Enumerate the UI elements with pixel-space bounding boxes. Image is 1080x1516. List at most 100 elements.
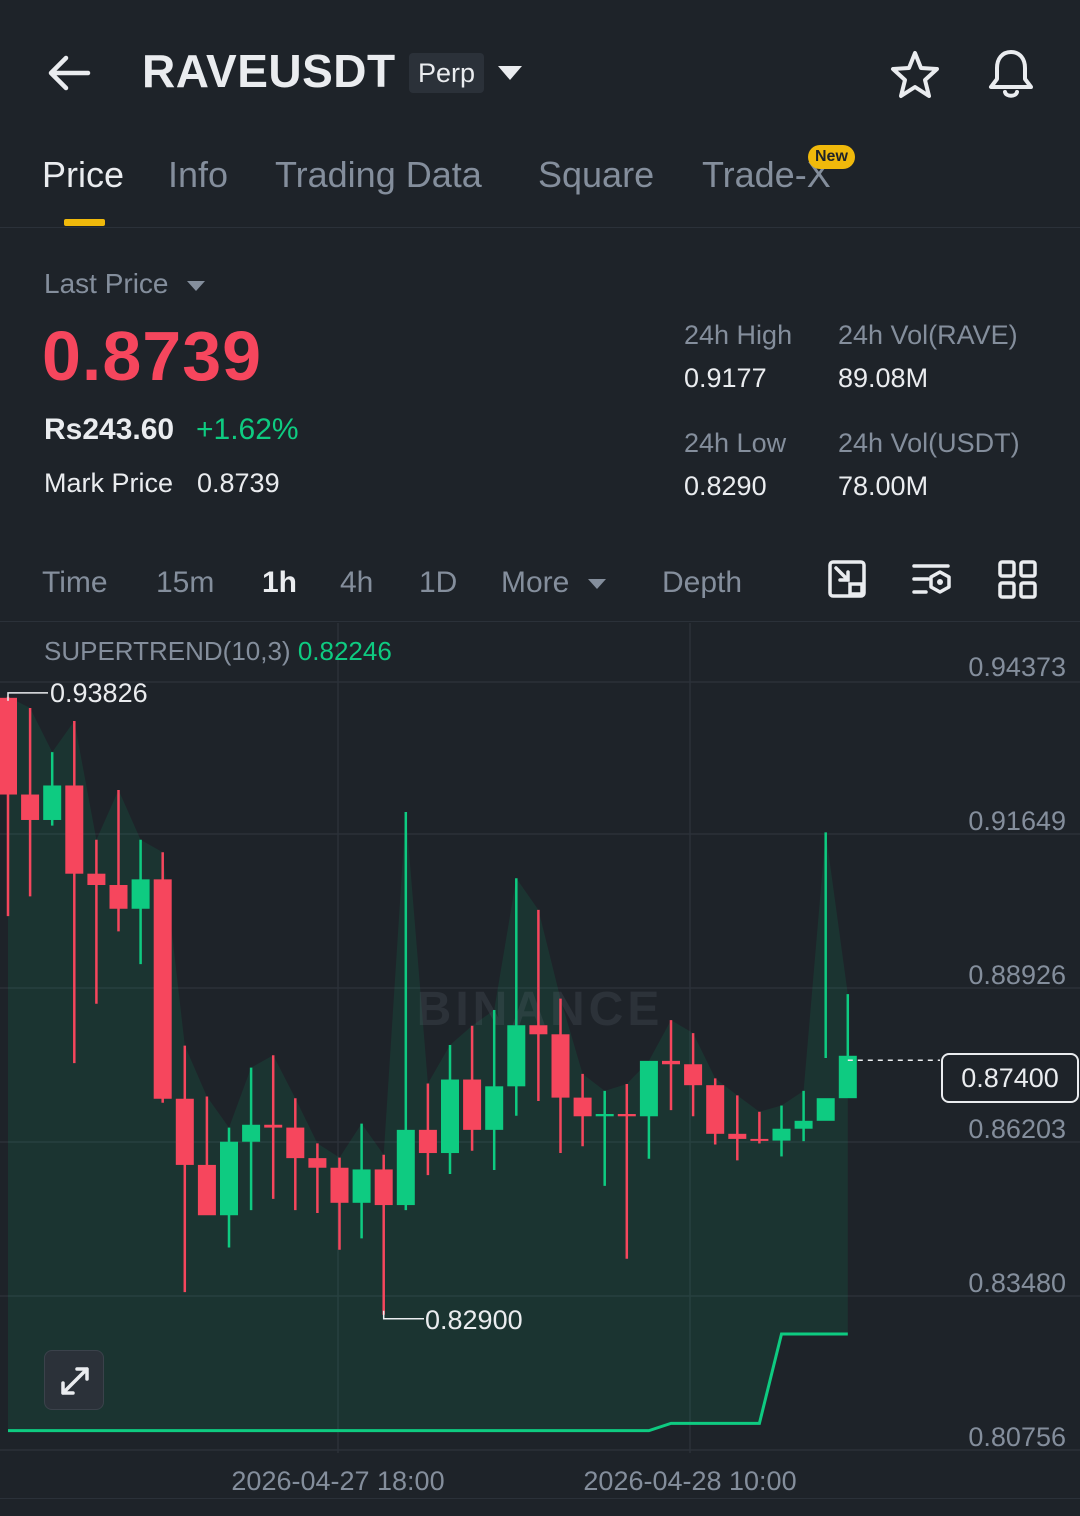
candle-body [43, 785, 62, 820]
candle-body [197, 1164, 216, 1216]
high-24h-label: 24h High [684, 320, 793, 350]
candle-body [109, 885, 128, 909]
interval-more[interactable]: More [501, 566, 608, 600]
candle-body [706, 1085, 725, 1134]
price-alert-button[interactable] [984, 46, 1038, 102]
candle-body [153, 879, 172, 1099]
interval-depth[interactable]: Depth [662, 566, 742, 600]
interval-1h[interactable]: 1h [262, 566, 297, 600]
candle-body [286, 1127, 305, 1159]
y-axis-tick-label: 0.88926 [968, 960, 1066, 990]
candle-body [551, 1034, 570, 1098]
current-price-tag: 0.87400 [941, 1053, 1079, 1103]
tab-price[interactable]: Price [42, 154, 124, 196]
bell-icon [989, 50, 1033, 98]
top-bar: RAVEUSDT Perp [0, 0, 1080, 140]
chevron-down-icon [498, 66, 522, 80]
last-price-selector[interactable]: Last Price [44, 268, 206, 300]
candle-body [131, 879, 150, 909]
symbol-dropdown-button[interactable] [492, 58, 528, 88]
candle-body [772, 1128, 791, 1141]
candle-body [0, 697, 17, 795]
candle-body [728, 1133, 747, 1139]
tab-info[interactable]: Info [168, 154, 228, 196]
low-24h-value: 0.8290 [684, 471, 767, 501]
favorite-button[interactable] [888, 48, 942, 102]
last-price-value: 0.8739 [42, 317, 263, 395]
fiat-value: Rs243.60 [44, 413, 175, 446]
bottom-divider [0, 1498, 1080, 1499]
mark-price-value: 0.8739 [197, 468, 280, 498]
interval-more-label: More [501, 566, 570, 599]
candle-body [441, 1079, 459, 1154]
candle-body [21, 794, 40, 820]
candlestick-chart-svg[interactable]: 0.94373 0.91649 0.88926 0.86203 0.83480 0.807… [0, 623, 1080, 1498]
low-24h-label: 24h Low [684, 428, 787, 458]
contract-type-badge[interactable]: Perp [409, 53, 485, 93]
tab-square[interactable]: Square [538, 154, 654, 196]
mark-price-label: Mark Price [44, 468, 174, 498]
vol-quote-24h-value: 78.00M [838, 471, 929, 501]
layout-grid-icon [998, 560, 1037, 599]
y-axis-tick-label: 0.94373 [968, 652, 1066, 682]
supertrend-name: SUPERTREND(10,3) [44, 636, 291, 666]
caret-down-icon [587, 579, 606, 590]
candle-body [529, 1025, 548, 1035]
y-axis-tick-label: 0.91649 [968, 806, 1066, 836]
high-annotation-label: 0.93826 [50, 678, 148, 708]
tab-trading-data[interactable]: Trading Data [275, 154, 482, 196]
interval-1d[interactable]: 1D [419, 566, 457, 600]
candle-body [87, 873, 106, 886]
interval-4h[interactable]: 4h [340, 566, 373, 600]
candle-body [573, 1097, 592, 1117]
price-chart[interactable]: 0.94373 0.91649 0.88926 0.86203 0.83480 0.807… [0, 623, 1080, 1498]
supertrend-indicator-label: SUPERTREND(10,3) 0.82246 [44, 636, 392, 667]
supertrend-value: 0.82246 [297, 636, 392, 666]
new-badge: New [808, 145, 855, 169]
candle-body [639, 1060, 658, 1117]
candle-body [264, 1124, 283, 1128]
x-axis-tick-label: 2026-04-27 18:00 [231, 1466, 444, 1496]
y-axis-tick-label: 0.83480 [968, 1268, 1066, 1298]
candle-body [595, 1114, 614, 1117]
indicator-settings-icon [912, 564, 951, 594]
last-price-label: Last Price [44, 268, 169, 299]
vol-base-24h-label: 24h Vol(RAVE) [838, 320, 1018, 350]
candle-body [463, 1079, 482, 1130]
candle-body [485, 1086, 504, 1130]
candle-body [684, 1064, 703, 1086]
candle-body [65, 785, 84, 874]
x-axis-tick-label: 2026-04-28 10:00 [583, 1466, 796, 1496]
candle-body [838, 1055, 857, 1099]
low-annotation-label: 0.82900 [425, 1305, 523, 1335]
main-tabs: Price Info Trading Data Square Trade-X [0, 140, 1080, 228]
active-tab-indicator [64, 219, 105, 226]
candle-body [374, 1169, 393, 1206]
y-axis-tick-label: 0.80756 [968, 1422, 1066, 1452]
candle-body [242, 1124, 261, 1142]
vol-base-24h-value: 89.08M [838, 363, 929, 393]
candle-body [308, 1158, 327, 1168]
price-change-percent: +1.62% [196, 413, 299, 446]
indicator-settings-button[interactable] [910, 558, 954, 602]
layout-grid-button[interactable] [996, 558, 1040, 602]
candle-body [352, 1169, 371, 1203]
symbol-title[interactable]: RAVEUSDT [142, 44, 396, 98]
interval-bar: Time 15m 1h 4h 1D More Depth [0, 540, 1080, 622]
candle-body [617, 1114, 636, 1117]
fullscreen-button[interactable] [44, 1350, 104, 1410]
chart-tools-icon [828, 560, 866, 598]
interval-15m[interactable]: 15m [156, 566, 214, 600]
interval-time[interactable]: Time [42, 566, 108, 600]
candle-body [175, 1098, 194, 1165]
back-button[interactable] [40, 48, 100, 98]
candle-body [220, 1141, 238, 1216]
back-arrow-icon [48, 55, 91, 91]
vol-quote-24h-label: 24h Vol(USDT) [838, 428, 1020, 458]
candle-body [507, 1025, 526, 1087]
y-axis-tick-label: 0.86203 [968, 1114, 1066, 1144]
candle-body [816, 1098, 835, 1121]
candle-body [794, 1120, 813, 1129]
candle-body [330, 1167, 349, 1203]
chart-tools-button[interactable] [826, 558, 870, 602]
